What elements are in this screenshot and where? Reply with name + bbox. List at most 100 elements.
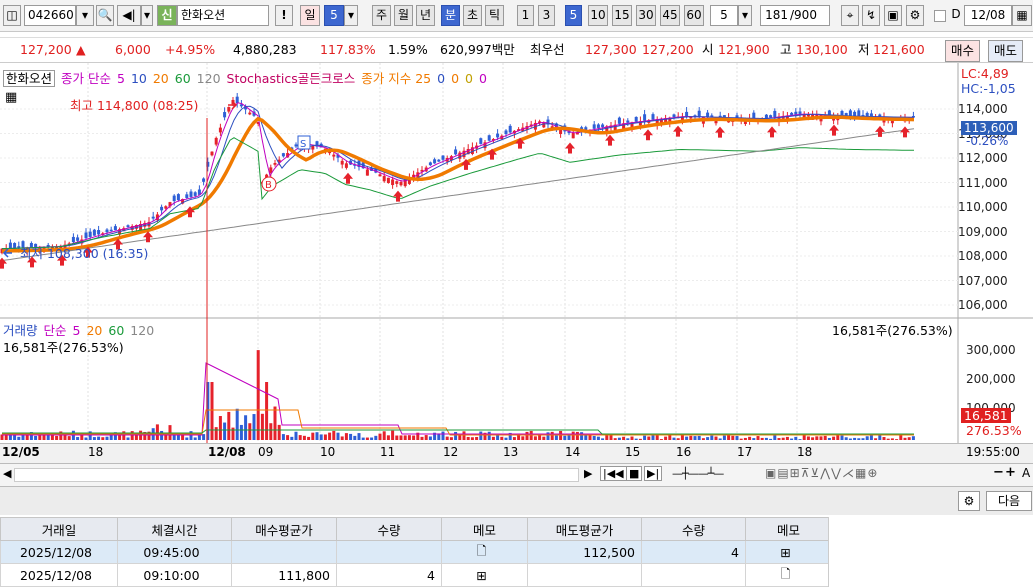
- memo-icon[interactable]: 🗋: [745, 563, 832, 587]
- change-pct: +4.95%: [165, 42, 216, 57]
- stop-icon[interactable]: ■: [626, 466, 643, 481]
- drawing-tools-icon[interactable]: ▣▤⊞⊼⊻⋀⋁⋌▦⊕: [765, 466, 878, 480]
- scroll-track[interactable]: [14, 468, 579, 482]
- tab-tick[interactable]: 틱: [485, 5, 504, 26]
- day-count[interactable]: 5: [324, 5, 344, 26]
- volume-bar: [764, 437, 768, 440]
- table-row[interactable]: 2025/12/08 09:10:00 111,800 4 ⊞ 🗋: [0, 563, 832, 587]
- calendar-icon[interactable]: ▦: [1012, 5, 1032, 26]
- crosshair-icon[interactable]: ⌖: [841, 5, 859, 26]
- min-10[interactable]: 10: [588, 5, 608, 26]
- gear-icon[interactable]: ⚙: [906, 5, 924, 26]
- zoom-in-icon[interactable]: +: [1005, 465, 1016, 480]
- chevron-down-icon[interactable]: ▾: [76, 5, 94, 26]
- open-label: 시: [702, 42, 714, 57]
- cell: 09:10:00: [117, 563, 232, 587]
- sound-icon[interactable]: ◀|: [117, 5, 141, 26]
- memo-add-icon[interactable]: ⊞: [441, 563, 528, 587]
- min-30[interactable]: 30: [636, 5, 656, 26]
- volume-bar: [890, 438, 894, 440]
- volume-bar: [752, 438, 756, 440]
- cell: [527, 563, 642, 587]
- volume-bar: [832, 436, 836, 440]
- date-checkbox[interactable]: [934, 10, 946, 22]
- min-1[interactable]: 1: [517, 5, 534, 26]
- candle: [395, 181, 399, 184]
- volume-bar: [647, 436, 651, 440]
- chevron-down-icon[interactable]: ▾: [344, 5, 358, 26]
- table-icon[interactable]: ▦: [5, 90, 17, 105]
- candle: [634, 116, 638, 122]
- buy-button[interactable]: 매수: [945, 40, 981, 62]
- volume-bar: [794, 436, 798, 440]
- chevron-down-icon[interactable]: ▾: [738, 5, 752, 26]
- candle: [164, 206, 168, 209]
- tab-year[interactable]: 년: [416, 5, 435, 26]
- scroll-right-icon[interactable]: ▶: [584, 467, 592, 480]
- volume-bar: [109, 434, 113, 440]
- volume-bar: [760, 437, 764, 440]
- zoom-out-icon[interactable]: −: [993, 465, 1004, 480]
- tab-minute[interactable]: 분: [441, 5, 460, 26]
- volume-bar: [689, 435, 693, 440]
- font-icon[interactable]: A: [1022, 466, 1030, 480]
- candle: [596, 124, 600, 128]
- first-icon[interactable]: |◀◀: [600, 466, 627, 481]
- min-60[interactable]: 60: [684, 5, 704, 26]
- min-3[interactable]: 3: [538, 5, 555, 26]
- chevron-down-icon[interactable]: ▾: [141, 5, 153, 26]
- tab-week[interactable]: 주: [372, 5, 391, 26]
- volume-bar: [638, 438, 642, 440]
- candle: [794, 111, 798, 115]
- gear-icon[interactable]: ⚙: [958, 491, 980, 511]
- trend-icon[interactable]: ↯: [862, 5, 880, 26]
- tab-second[interactable]: 초: [463, 5, 482, 26]
- chart-scroll-bar[interactable]: ◀ ▶ |◀◀ ■ ▶| —┼——┴— ▣▤⊞⊼⊻⋀⋁⋌▦⊕ − + A: [0, 463, 1033, 487]
- volume-bar: [244, 415, 248, 440]
- candle: [508, 125, 512, 133]
- alert-button[interactable]: !: [275, 5, 293, 26]
- memo-add-icon[interactable]: ⊞: [745, 540, 832, 564]
- x-label: 13: [503, 445, 519, 459]
- volume-bar: [260, 413, 264, 440]
- candle: [126, 225, 130, 228]
- count-input[interactable]: 181: [760, 5, 790, 26]
- table-row[interactable]: 2025/12/08 09:45:00 🗋 112,500 4 ⊞: [0, 540, 832, 564]
- zoom-slider[interactable]: —┼——┴—: [672, 467, 724, 480]
- play-icon[interactable]: ▶|: [644, 466, 663, 481]
- memo-icon[interactable]: 🗋: [441, 540, 528, 564]
- toolbar: ◫ 042660 ▾ 🔍 ◀| ▾ 신 한화오션 ! 일 5 ▾ 주 월 년 분…: [0, 0, 1033, 32]
- candle: [8, 242, 12, 249]
- price-volume-chart[interactable]: BS: [0, 63, 1033, 443]
- volume-bar: [874, 438, 878, 440]
- scroll-left-icon[interactable]: ◀: [3, 467, 11, 480]
- volume-bar: [554, 435, 558, 440]
- buy-signal-arrow: [767, 126, 777, 138]
- date-label: D: [951, 7, 961, 21]
- candle: [193, 192, 197, 196]
- next-button[interactable]: 다음: [986, 491, 1032, 511]
- stock-code-input[interactable]: 042660: [24, 5, 76, 26]
- interval-input[interactable]: 5: [710, 5, 738, 26]
- save-icon[interactable]: ▣: [884, 5, 902, 26]
- volume-bar: [277, 424, 281, 440]
- volume-bar: [790, 438, 794, 440]
- volume-bar: [685, 436, 689, 440]
- candle: [437, 159, 441, 162]
- volume-bar: [538, 435, 542, 440]
- search-icon[interactable]: 🔍: [96, 5, 114, 26]
- min-5[interactable]: 5: [565, 5, 582, 26]
- x-label: 12/08: [208, 445, 246, 459]
- tab-month[interactable]: 월: [394, 5, 413, 26]
- menu-icon[interactable]: ◫: [3, 5, 21, 26]
- date-input[interactable]: 12/08: [964, 5, 1012, 26]
- sell-button[interactable]: 매도: [988, 40, 1024, 62]
- ma10-label: 10: [130, 71, 147, 86]
- volume-bar: [697, 435, 701, 440]
- tab-day[interactable]: 일: [300, 5, 320, 26]
- min-15[interactable]: 15: [612, 5, 632, 26]
- volume-bar: [886, 438, 890, 440]
- stock-name-field[interactable]: 한화오션: [177, 5, 269, 26]
- volume-bar: [265, 382, 269, 440]
- min-45[interactable]: 45: [660, 5, 680, 26]
